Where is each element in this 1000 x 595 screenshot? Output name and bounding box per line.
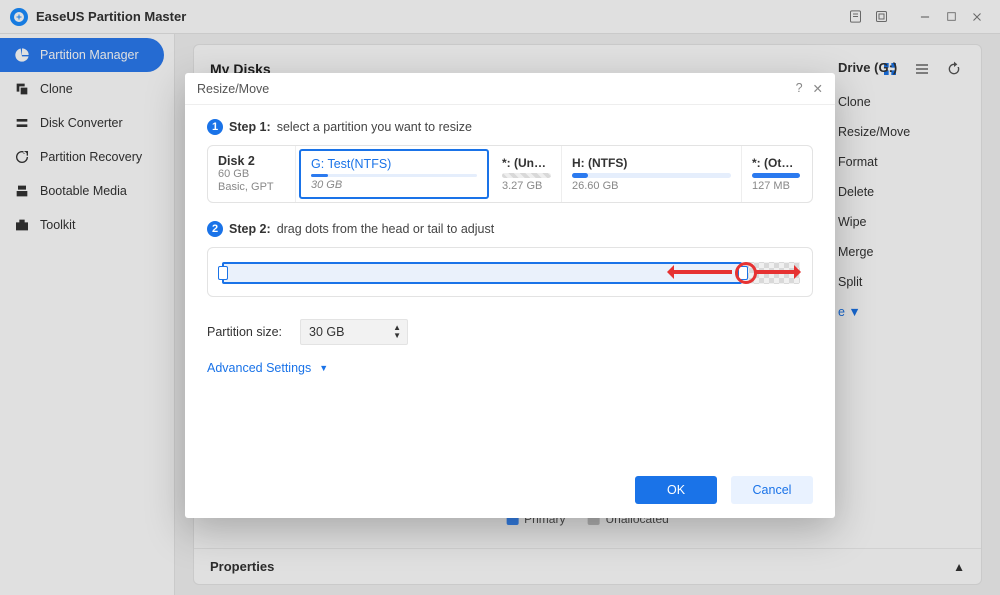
disk-type: Basic, GPT (218, 181, 285, 194)
resize-move-dialog: Resize/Move ? ✕ 1 Step 1: select a parti… (185, 73, 835, 518)
step-down-icon[interactable]: ▼ (393, 332, 401, 340)
ok-button[interactable]: OK (635, 476, 717, 504)
partition-size-value: 30 GB (309, 325, 344, 339)
help-icon[interactable]: ? (796, 81, 803, 96)
disk-info: Disk 2 60 GB Basic, GPT (208, 146, 296, 202)
disk-name: Disk 2 (218, 154, 285, 168)
partition-name: G: Test(NTFS) (311, 157, 477, 171)
cancel-button[interactable]: Cancel (731, 476, 813, 504)
step1-key: Step 1: (229, 120, 271, 134)
usage-bar-icon (572, 173, 731, 178)
partition-size: 30 GB (311, 179, 477, 191)
step1-text: select a partition you want to resize (277, 120, 472, 134)
disk-overview: Disk 2 60 GB Basic, GPT G: Test(NTFS) 30… (207, 145, 813, 203)
dialog-title: Resize/Move (197, 82, 269, 96)
partition-size: 3.27 GB (502, 180, 551, 192)
hint-arrow-left-icon (670, 270, 732, 274)
dialog-titlebar: Resize/Move ? ✕ (185, 73, 835, 105)
slider-handle-left[interactable] (218, 266, 228, 280)
partition-size: 127 MB (752, 180, 800, 192)
partition-name: *: (Oth… (752, 156, 800, 170)
partition-name: *: (Unallo… (502, 156, 551, 170)
partition-selected[interactable]: G: Test(NTFS) 30 GB (299, 149, 489, 199)
partition-h[interactable]: H: (NTFS) 26.60 GB (562, 146, 742, 202)
partition-other[interactable]: *: (Oth… 127 MB (742, 146, 810, 202)
hint-circle-icon (735, 262, 757, 284)
partition-size-label: Partition size: (207, 325, 282, 339)
partition-unallocated-1[interactable]: *: (Unallo… 3.27 GB (492, 146, 562, 202)
step2-text: drag dots from the head or tail to adjus… (277, 222, 495, 236)
step1-badge: 1 (207, 119, 223, 135)
partition-size-stepper[interactable]: 30 GB ▲ ▼ (300, 319, 408, 345)
partition-size: 26.60 GB (572, 180, 731, 192)
advanced-settings-toggle[interactable]: Advanced Settings ▼ (207, 361, 813, 375)
close-icon[interactable]: ✕ (813, 81, 823, 96)
resize-slider[interactable] (207, 247, 813, 297)
usage-bar-icon (752, 173, 800, 178)
advanced-settings-label: Advanced Settings (207, 361, 311, 375)
step2-badge: 2 (207, 221, 223, 237)
chevron-down-icon: ▼ (319, 363, 328, 373)
partition-name: H: (NTFS) (572, 156, 731, 170)
usage-bar-icon (502, 173, 551, 178)
hint-arrow-right-icon (756, 270, 798, 274)
step2-key: Step 2: (229, 222, 271, 236)
disk-size: 60 GB (218, 168, 285, 181)
usage-bar-icon (311, 174, 477, 177)
